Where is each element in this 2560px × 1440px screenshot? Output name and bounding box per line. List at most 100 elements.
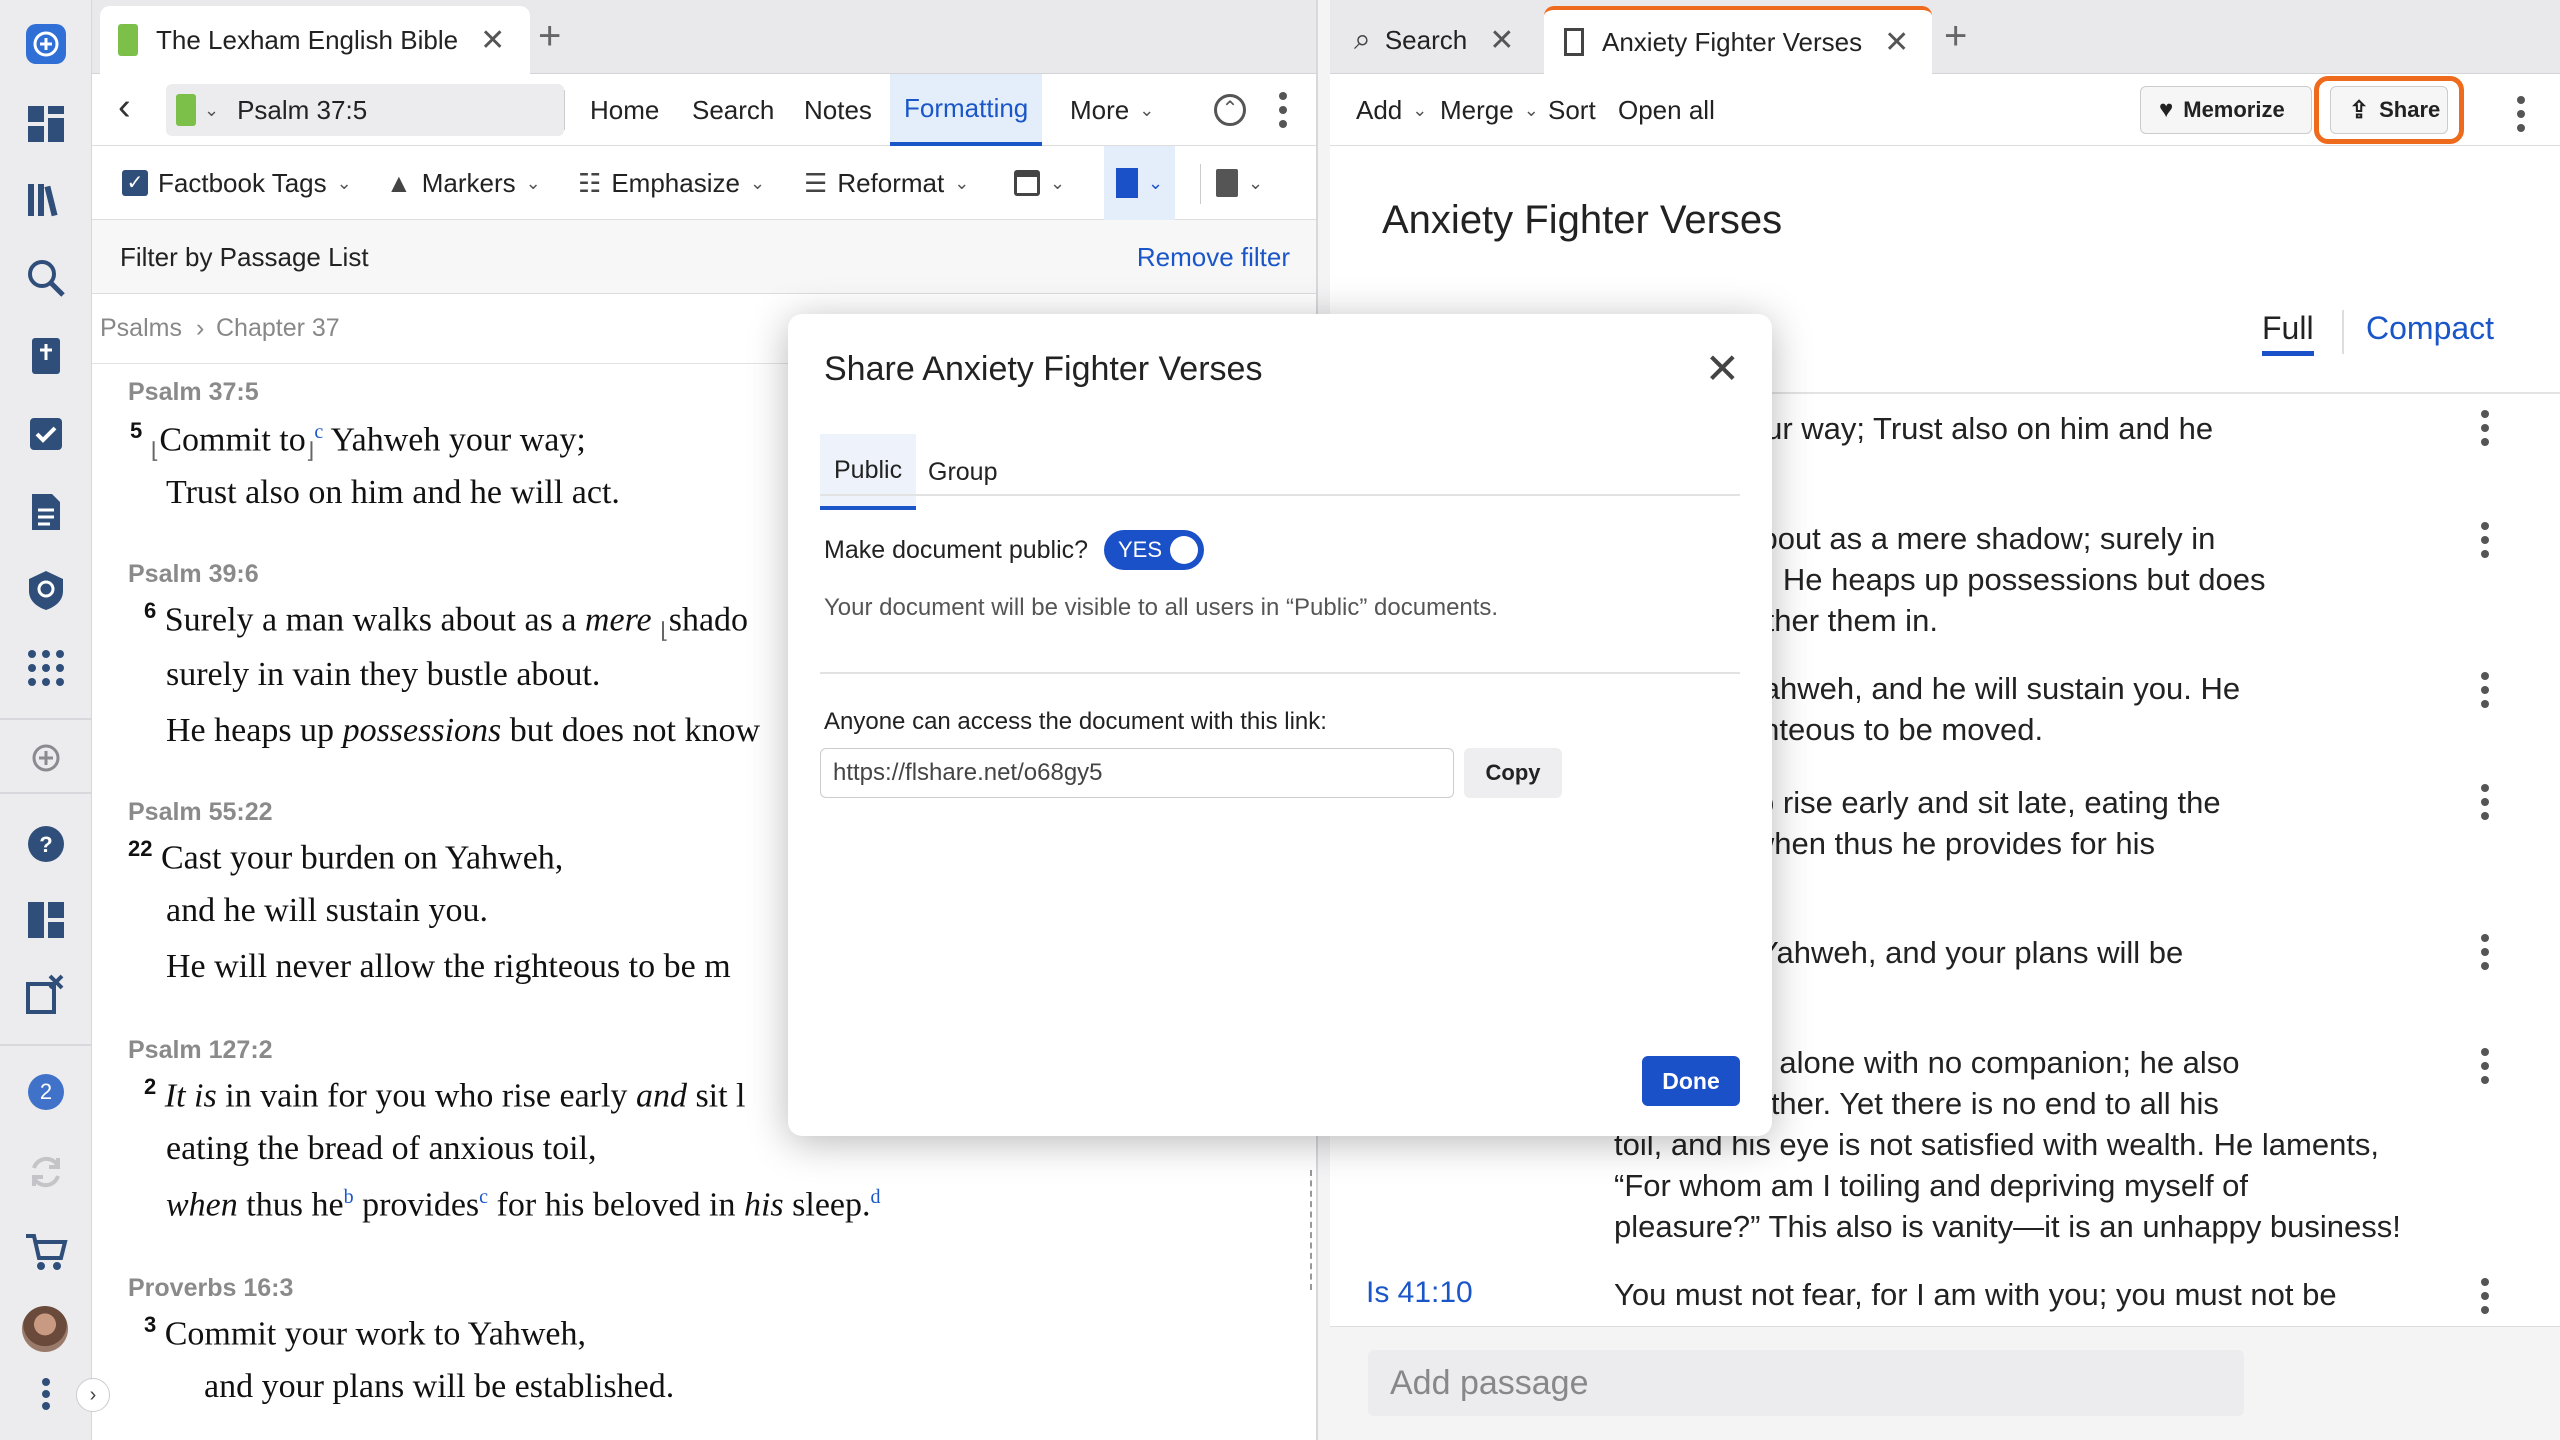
factbook-tags-button[interactable]: ✓ Factbook Tags ⌄ [122, 146, 352, 220]
tab-lexham-english-bible[interactable]: The Lexham English Bible ✕ [100, 6, 530, 74]
passage-title[interactable]: Psalm 127:2 [128, 1036, 273, 1065]
markers-button[interactable]: ▲ Markers ⌄ [386, 146, 541, 220]
reference-input[interactable]: Psalm 37:5 [237, 95, 367, 126]
share-link-field[interactable]: https://flshare.net/o68gy5 [820, 748, 1454, 798]
menu-more[interactable]: More ⌄ [1070, 74, 1154, 146]
document-menu-icon[interactable] [2506, 96, 2536, 132]
layouts-icon[interactable] [20, 894, 72, 946]
logos-home-icon[interactable] [20, 18, 72, 70]
verse-number: 6 [144, 598, 157, 623]
sync-icon[interactable] [20, 1146, 72, 1198]
open-all-button[interactable]: Open all [1618, 74, 1715, 146]
back-icon[interactable]: ‹ [118, 86, 131, 129]
tab-anxiety-fighter-verses[interactable]: Anxiety Fighter Verses ✕ [1544, 6, 1932, 74]
row-menu-icon[interactable] [2470, 410, 2500, 446]
row-menu-icon[interactable] [2470, 1278, 2500, 1314]
tools-grid-icon[interactable] [20, 642, 72, 694]
reformat-button[interactable]: ☰ Reformat ⌄ [804, 146, 969, 220]
document-title[interactable]: Anxiety Fighter Verses [1382, 198, 1782, 243]
close-panels-icon[interactable] [20, 968, 72, 1020]
cart-icon[interactable] [20, 1226, 72, 1278]
passage-title[interactable]: Psalm 37:5 [128, 378, 259, 407]
menu-notes[interactable]: Notes [804, 74, 872, 146]
copy-button[interactable]: Copy [1464, 748, 1562, 798]
row-line: You must not fear, for I am with you; yo… [1614, 1277, 2337, 1312]
passage-title[interactable]: Proverbs 16:3 [128, 1274, 293, 1303]
memorize-label: Memorize [2183, 97, 2285, 122]
library-icon[interactable] [20, 174, 72, 226]
tab-public[interactable]: Public [820, 434, 917, 510]
breadcrumb-chapter[interactable]: Chapter 37 [216, 314, 340, 343]
breadcrumb-book[interactable]: Psalms [100, 314, 182, 343]
passage-title[interactable]: Psalm 39:6 [128, 560, 259, 589]
row-menu-icon[interactable] [2470, 672, 2500, 708]
verse-italic: and [635, 1077, 687, 1115]
bookmark-button[interactable]: ⌄ [1104, 146, 1176, 220]
close-tab-icon[interactable]: ✕ [1884, 25, 1909, 60]
rail-more-icon[interactable] [20, 1368, 72, 1420]
panel-menu-icon[interactable] [1268, 92, 1298, 128]
sync-panel-icon[interactable]: ⌃ [1214, 94, 1246, 126]
tab-title: Search [1384, 24, 1468, 55]
add-shortcut-icon[interactable] [20, 732, 72, 784]
right-tab-bar: ⌕ Search ✕ Anxiety Fighter Verses ✕ + [1330, 0, 2560, 74]
close-tab-icon[interactable]: ✕ [480, 23, 505, 58]
panel-resize-handle[interactable] [1310, 1170, 1316, 1290]
public-toggle[interactable]: YES [1104, 530, 1204, 570]
reading-plan-icon[interactable] [20, 408, 72, 460]
expand-rail-icon[interactable]: › [76, 1378, 110, 1412]
sort-button[interactable]: Sort [1548, 74, 1596, 146]
menu-search[interactable]: Search [692, 74, 774, 146]
footnote-marker[interactable]: c [314, 421, 323, 443]
share-highlight [2314, 76, 2464, 144]
new-tab-icon[interactable]: + [538, 14, 561, 59]
guides-icon[interactable] [20, 564, 72, 616]
footnote-marker[interactable]: d [871, 1186, 881, 1208]
footnote-marker[interactable]: c [479, 1186, 488, 1208]
row-menu-icon[interactable] [2470, 784, 2500, 820]
user-avatar[interactable] [22, 1306, 68, 1352]
view-full-tab[interactable]: Full [2262, 310, 2314, 356]
document-tools-button[interactable]: ⌄ [1216, 146, 1263, 220]
merge-button[interactable]: Merge ⌄ [1440, 74, 1539, 146]
menu-home[interactable]: Home [590, 74, 659, 146]
search-icon[interactable] [20, 252, 72, 304]
verse-line: when thus heb providesc for his beloved … [166, 1186, 881, 1224]
done-button[interactable]: Done [1642, 1056, 1740, 1106]
chevron-down-icon[interactable]: ⌄ [204, 100, 219, 121]
remove-filter-link[interactable]: Remove filter [1137, 242, 1290, 273]
documents-icon[interactable] [20, 486, 72, 538]
add-passage-input[interactable]: Add passage [1368, 1350, 2244, 1416]
view-compact-tab[interactable]: Compact [2366, 310, 2494, 347]
close-icon[interactable]: ✕ [1705, 344, 1740, 393]
emphasize-button[interactable]: ☷ Emphasize ⌄ [578, 146, 765, 220]
dashboard-icon[interactable] [20, 98, 72, 150]
chevron-down-icon: ⌄ [954, 172, 970, 193]
close-tab-icon[interactable]: ✕ [1489, 23, 1514, 58]
reference-box[interactable]: ⌄ Psalm 37:5 [166, 84, 564, 136]
row-menu-icon[interactable] [2470, 934, 2500, 970]
help-icon[interactable]: ? [20, 818, 72, 870]
tab-title: Anxiety Fighter Verses [1602, 26, 1863, 57]
doc-icon [1216, 169, 1238, 197]
add-button[interactable]: Add ⌄ [1356, 74, 1427, 146]
notification-badge[interactable]: 2 [28, 1074, 64, 1110]
footnote-marker[interactable]: b [344, 1186, 354, 1208]
new-tab-icon[interactable]: + [1944, 14, 1967, 59]
tab-search[interactable]: ⌕ Search ✕ [1344, 6, 1514, 74]
memorize-button[interactable]: ♥ Memorize [2140, 86, 2312, 134]
calendar-button[interactable]: ⌄ [1014, 146, 1065, 220]
passage-title[interactable]: Psalm 55:22 [128, 798, 273, 827]
toggle-knob [1170, 536, 1198, 564]
verse-line: and he will sustain you. [166, 892, 489, 929]
row-menu-icon[interactable] [2470, 522, 2500, 558]
tab-group[interactable]: Group [928, 434, 997, 510]
visibility-note: Your document will be visible to all use… [824, 594, 1499, 621]
verse-text: Commit your work to Yahweh, [164, 1315, 586, 1353]
passage-reference-link[interactable]: Is 41:10 [1366, 1276, 1473, 1310]
row-menu-icon[interactable] [2470, 1048, 2500, 1084]
link-label: Anyone can access the document with this… [824, 708, 1327, 735]
bible-icon[interactable] [20, 330, 72, 382]
verse-text: for his beloved in [488, 1186, 744, 1224]
menu-formatting[interactable]: Formatting [890, 74, 1043, 146]
